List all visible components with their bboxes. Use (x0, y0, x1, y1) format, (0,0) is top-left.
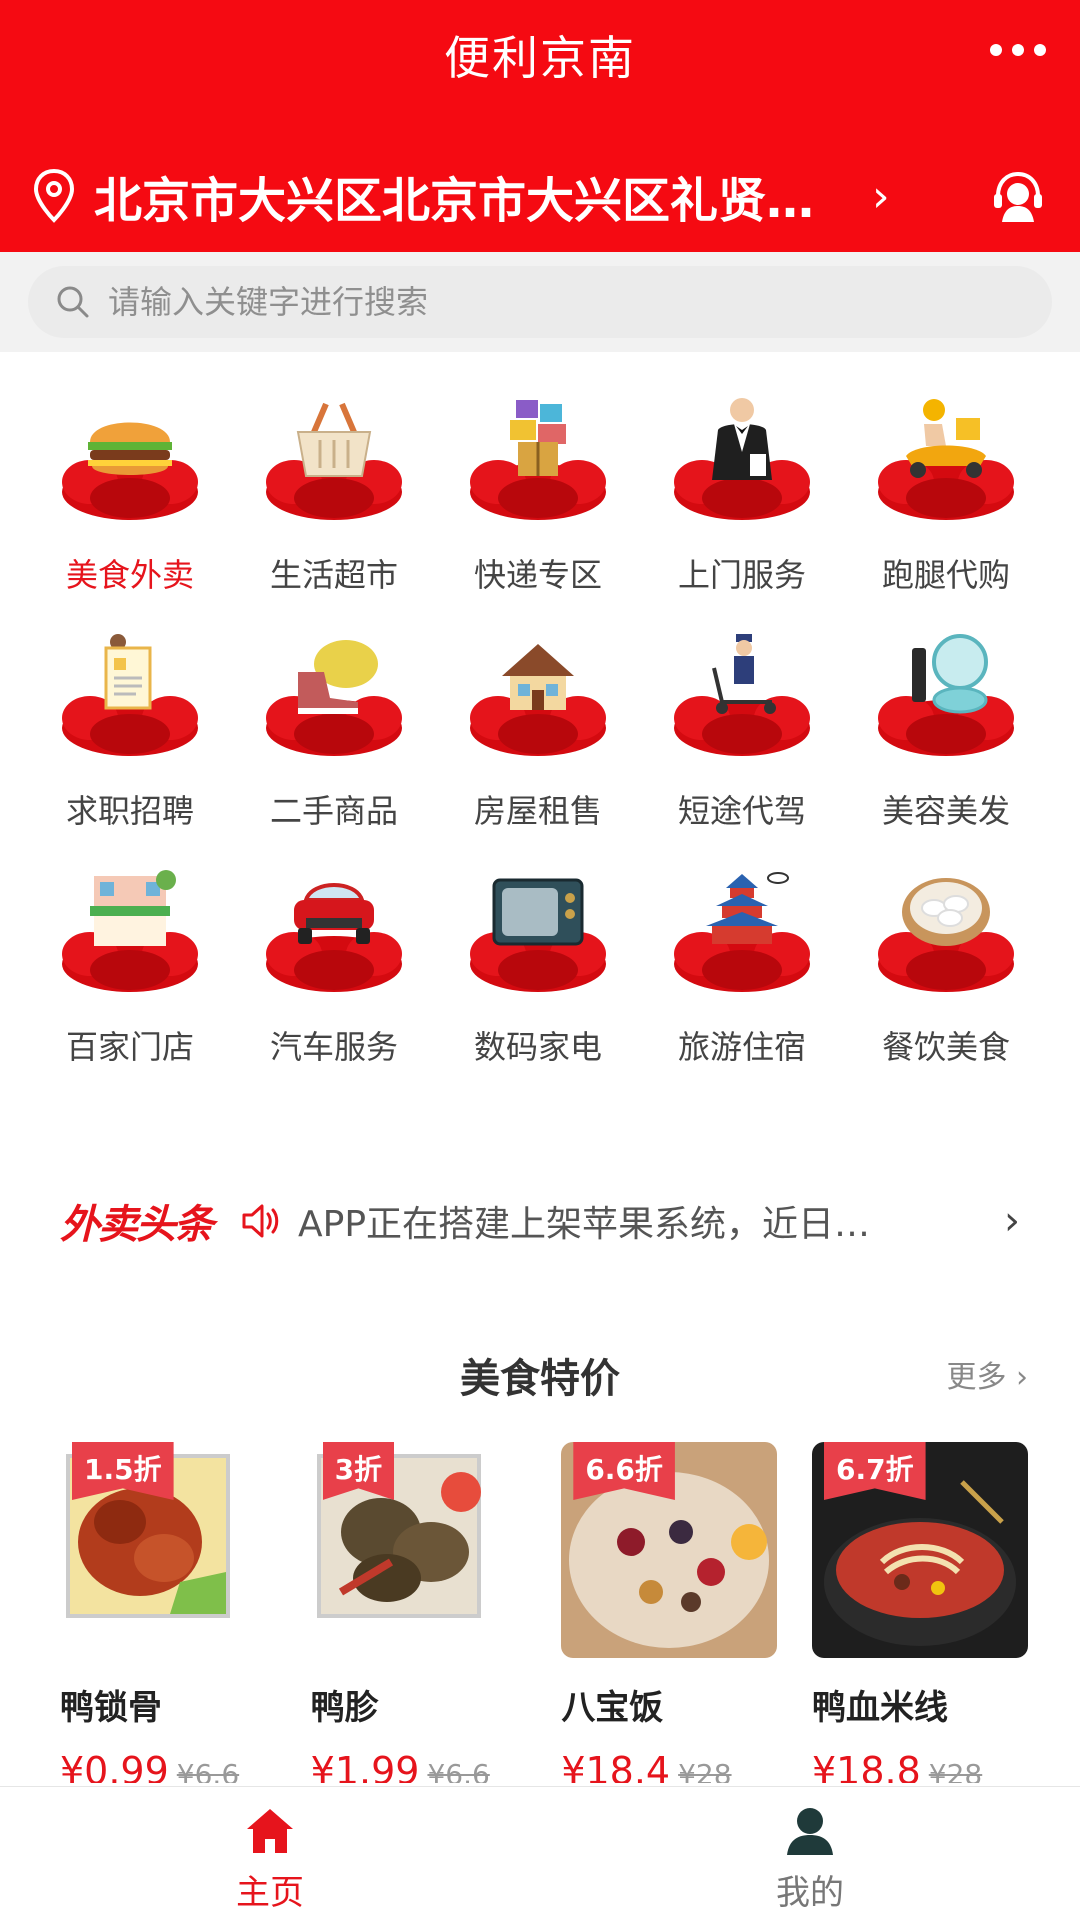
news-logo: 外卖头条 (60, 1202, 214, 1248)
category-grid: 美食外卖 生活超市 快递专区 上门服务 跑腿代购 求职招聘 二手商品 房屋租售 … (28, 390, 1052, 1066)
tv-icon (468, 862, 608, 994)
more-link[interactable]: 更多 › (946, 1352, 1028, 1396)
chevron-right-icon: › (1016, 1360, 1028, 1395)
sneaker-icon (264, 626, 404, 758)
category-dining[interactable]: 餐饮美食 (844, 862, 1048, 1066)
category-label: 二手商品 (269, 792, 398, 830)
app-title: 便利京南 (444, 31, 636, 85)
category-home-service[interactable]: 上门服务 (640, 390, 844, 594)
category-jobs[interactable]: 求职招聘 (28, 626, 232, 830)
customer-service-icon[interactable] (988, 166, 1048, 226)
category-designated-driver[interactable]: 短途代驾 (640, 626, 844, 830)
product-price: ¥0.99 ¥6.6 (60, 1749, 276, 1783)
news-text[interactable]: APP正在搭建上架苹果系统，近日… (298, 1195, 938, 1247)
product-name: 鸭血米线 (811, 1688, 948, 1728)
category-food-delivery[interactable]: 美食外卖 (28, 390, 232, 594)
category-label: 跑腿代购 (881, 556, 1010, 594)
category-express[interactable]: 快递专区 (436, 390, 640, 594)
category-travel[interactable]: 旅游住宿 (640, 862, 844, 1066)
category-label: 美食外卖 (65, 556, 194, 594)
category-housing[interactable]: 房屋租售 (436, 626, 640, 830)
product-price: ¥1.99 ¥6.6 (311, 1749, 527, 1783)
category-label: 百家门店 (65, 1028, 194, 1066)
chevron-right-icon[interactable]: › (1004, 1198, 1020, 1244)
product-name: 八宝饭 (561, 1688, 664, 1728)
product-name: 鸭胗 (310, 1688, 379, 1728)
burger-icon (60, 390, 200, 522)
speaker-icon (242, 1204, 279, 1238)
category-supermarket[interactable]: 生活超市 (232, 390, 436, 594)
bottom-tab-bar: 主页 我的 (0, 1786, 1080, 1920)
price-original: ¥28 (928, 1758, 983, 1783)
category-label: 快递专区 (473, 556, 602, 594)
search-box[interactable] (28, 266, 1052, 338)
product-card[interactable]: 1.5折 鸭锁骨 ¥0.99 ¥6.6 (60, 1442, 276, 1783)
price-current: ¥1.99 (310, 1749, 420, 1783)
search-icon (57, 286, 89, 318)
tab-home[interactable]: 主页 (0, 1787, 540, 1920)
search-input[interactable] (108, 283, 988, 321)
category-label: 餐饮美食 (881, 1028, 1010, 1066)
app-header: 便利京南 北京市大兴区北京市大兴区礼贤… › (0, 0, 1080, 252)
product-list: 1.5折 鸭锁骨 ¥0.99 ¥6.6 3折 鸭胗 ¥1.99 ¥6.6 6.6折 … (60, 1442, 1028, 1783)
product-image: 1.5折 (60, 1442, 276, 1658)
butler-icon (672, 390, 812, 522)
driver-scooter-icon (672, 626, 812, 758)
category-label: 数码家电 (473, 1028, 602, 1066)
temple-icon (672, 862, 812, 994)
product-price: ¥18.4 ¥28 (561, 1749, 777, 1783)
category-errands[interactable]: 跑腿代购 (844, 390, 1048, 594)
location-text[interactable]: 北京市大兴区北京市大兴区礼贤… (94, 161, 846, 231)
tab-label: 主页 (236, 1873, 304, 1913)
home-icon (247, 1809, 293, 1853)
category-label: 求职招聘 (65, 792, 194, 830)
category-stores[interactable]: 百家门店 (28, 862, 232, 1066)
product-card[interactable]: 6.7折 鸭血米线 ¥18.8 ¥28 (811, 1442, 1028, 1783)
price-current: ¥18.8 (811, 1749, 921, 1783)
category-second-hand[interactable]: 二手商品 (232, 626, 436, 830)
product-price: ¥18.8 ¥28 (812, 1749, 1028, 1783)
price-original: ¥6.6 (176, 1758, 240, 1783)
price-current: ¥0.99 (60, 1749, 169, 1783)
product-image: 6.7折 (811, 1442, 1028, 1658)
section-title: 美食特价 (460, 1356, 620, 1402)
more-link-label: 更多 (946, 1360, 1007, 1395)
house-icon (468, 626, 608, 758)
basket-icon (264, 390, 404, 522)
product-image: 6.6折 (561, 1442, 778, 1658)
price-current: ¥18.4 (561, 1749, 671, 1783)
courier-scooter-icon (876, 390, 1016, 522)
category-label: 房屋租售 (473, 792, 602, 830)
tab-label: 我的 (776, 1873, 844, 1913)
category-label: 汽车服务 (269, 1028, 398, 1066)
search-bar (0, 252, 1080, 352)
parcels-icon (468, 390, 608, 522)
product-image: 3折 (310, 1442, 527, 1658)
category-label: 美容美发 (881, 792, 1010, 830)
dumplings-icon (876, 862, 1016, 994)
product-name: 鸭锁骨 (60, 1688, 162, 1728)
price-original: ¥6.6 (427, 1758, 490, 1783)
resume-icon (60, 626, 200, 758)
category-label: 生活超市 (269, 556, 398, 594)
category-label: 上门服务 (677, 556, 806, 594)
category-beauty[interactable]: 美容美发 (844, 626, 1048, 830)
product-card[interactable]: 3折 鸭胗 ¥1.99 ¥6.6 (310, 1442, 527, 1783)
news-ticker[interactable]: 外卖头条 APP正在搭建上架苹果系统，近日… › (60, 1186, 1020, 1256)
more-dots-icon[interactable] (990, 38, 1046, 62)
price-original: ¥28 (678, 1758, 732, 1783)
storefront-icon (60, 862, 200, 994)
category-auto[interactable]: 汽车服务 (232, 862, 436, 1066)
category-label: 短途代驾 (677, 792, 806, 830)
location-selector[interactable]: 北京市大兴区北京市大兴区礼贤… › (32, 160, 1048, 232)
category-electronics[interactable]: 数码家电 (436, 862, 640, 1066)
cosmetics-icon (876, 626, 1016, 758)
category-label: 旅游住宿 (677, 1028, 806, 1066)
chevron-right-icon: › (872, 170, 890, 222)
product-card[interactable]: 6.6折 八宝饭 ¥18.4 ¥28 (561, 1442, 778, 1783)
car-icon (264, 862, 404, 994)
user-icon (787, 1808, 833, 1855)
tab-mine[interactable]: 我的 (540, 1787, 1080, 1920)
location-pin-icon (33, 168, 75, 223)
